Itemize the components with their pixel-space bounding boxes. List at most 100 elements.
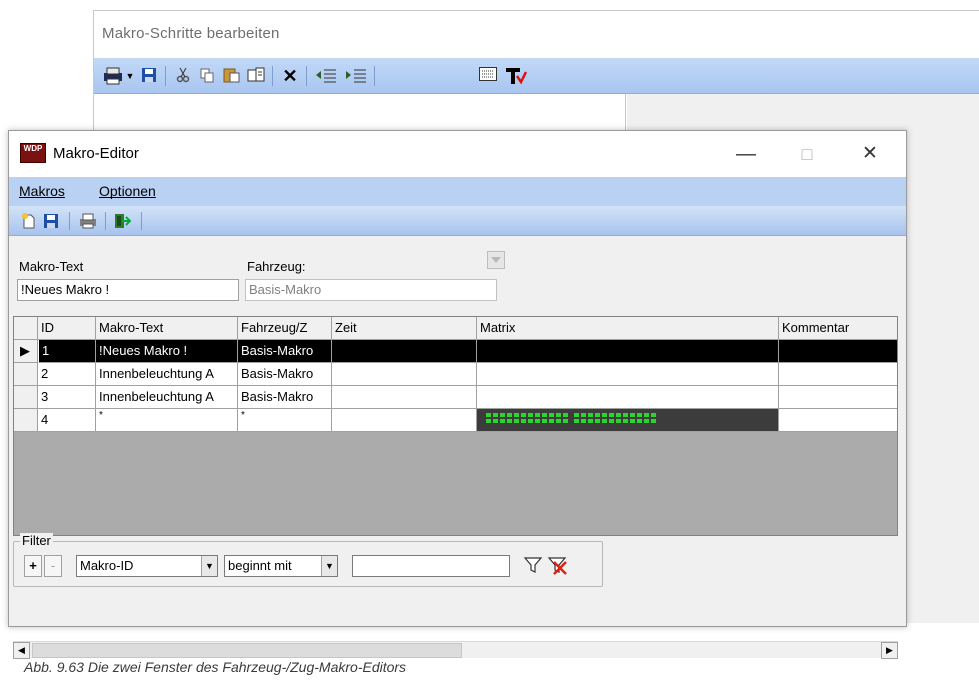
table-row-new[interactable]: 4 * * [14,409,897,432]
column-header-makro-text[interactable]: Makro-Text [96,317,238,340]
cell-makro-text[interactable]: Innenbeleuchtung A [96,386,238,409]
matrix-led [588,419,593,423]
menu-makros[interactable]: Makros [19,183,65,199]
matrix-led [500,419,505,423]
chevron-down-icon[interactable]: ▼ [321,556,337,576]
matrix-led [595,413,600,417]
column-header-fahrzeug[interactable]: Fahrzeug/Z [238,317,332,340]
cell-fahrzeug[interactable]: * [238,409,332,432]
cell-matrix[interactable] [477,386,779,409]
filter-operator-select[interactable]: beginnt mit ▼ [224,555,338,577]
chevron-down-icon[interactable]: ▼ [201,556,217,576]
matrix-led [616,413,621,417]
matrix-led [528,413,533,417]
indent-left-icon[interactable] [314,67,338,85]
row-header-cell[interactable] [14,409,38,432]
table-row[interactable]: 2 Innenbeleuchtung A Basis-Makro [14,363,897,386]
delete-icon[interactable]: ✕ [280,67,300,85]
cell-zeit[interactable] [332,386,477,409]
cell-id[interactable]: 2 [38,363,96,386]
matrix-led [549,419,554,423]
makro-text-field[interactable]: !Neues Makro ! [17,279,239,301]
scrollbar-thumb[interactable] [32,643,462,658]
table-row[interactable]: 3 Innenbeleuchtung A Basis-Makro [14,386,897,409]
indent-right-icon[interactable] [344,67,368,85]
row-header-cell[interactable] [14,363,38,386]
scroll-right-icon[interactable]: ▶ [881,642,898,659]
cell-fahrzeug[interactable]: Basis-Makro [238,386,332,409]
matrix-icon[interactable] [478,67,498,85]
matrix-led [486,419,491,423]
column-header-matrix[interactable]: Matrix [477,317,779,340]
copy-icon[interactable] [198,67,216,85]
macro-steps-toolbar: ▼ ✕ [94,58,979,94]
column-header-id[interactable]: ID [38,317,96,340]
paste-special-icon[interactable] [246,67,266,85]
cell-id[interactable]: 3 [38,386,96,409]
matrix-led [623,413,628,417]
text-cursor-icon[interactable] [504,67,528,85]
maximize-button[interactable]: □ [784,131,830,177]
cell-makro-text[interactable]: * [96,409,238,432]
cell-makro-text[interactable]: !Neues Makro ! [96,340,238,363]
filter-group: Filter + - Makro-ID ▼ beginnt mit ▼ [13,533,603,587]
column-header-kommentar[interactable]: Kommentar [779,317,897,340]
cell-fahrzeug[interactable]: Basis-Makro [238,363,332,386]
cell-zeit[interactable] [332,340,477,363]
matrix-led [493,419,498,423]
app-logo-icon: WDP [20,143,46,163]
cut-icon[interactable] [174,67,192,85]
matrix-led [556,413,561,417]
save-icon[interactable] [43,213,59,229]
fahrzeug-dropdown-icon[interactable] [487,251,505,269]
cell-kommentar[interactable] [779,363,897,386]
table-row[interactable]: ▶ 1 !Neues Makro ! Basis-Makro [14,340,897,363]
save-icon[interactable] [140,67,158,85]
cell-matrix-leds[interactable] [477,409,779,432]
minimize-button[interactable]: — [723,131,769,177]
paste-icon[interactable] [222,67,242,85]
cell-matrix[interactable] [477,340,779,363]
cell-id[interactable]: 1 [38,340,96,363]
print-icon[interactable] [102,67,124,85]
window-title: Makro-Editor [53,145,139,162]
column-header-zeit[interactable]: Zeit [332,317,477,340]
exit-icon[interactable] [113,213,133,229]
cell-id[interactable]: 4 [38,409,96,432]
scroll-left-icon[interactable]: ◀ [13,642,30,659]
filter-field-select[interactable]: Makro-ID ▼ [76,555,218,577]
new-icon[interactable] [21,213,37,229]
remove-filter-button[interactable]: - [44,555,62,577]
row-header-cell[interactable] [14,386,38,409]
toolbar-separator [306,66,307,86]
dropdown-arrow-icon[interactable]: ▼ [125,67,135,85]
matrix-led [609,413,614,417]
macro-steps-window-title: Makro-Schritte bearbeiten [102,25,280,42]
close-button[interactable]: ✕ [847,131,893,177]
cell-kommentar[interactable] [779,386,897,409]
macro-grid[interactable]: ID Makro-Text Fahrzeug/Z Zeit Matrix Kom… [13,316,898,536]
cell-zeit[interactable] [332,409,477,432]
filter-value-input[interactable] [352,555,510,577]
print-icon[interactable] [79,213,99,229]
filter-field-value: Makro-ID [80,558,134,573]
cell-kommentar[interactable] [779,340,897,363]
fahrzeug-field[interactable]: Basis-Makro [245,279,497,301]
clear-filter-icon[interactable] [546,555,570,577]
horizontal-scrollbar[interactable]: ◀ ▶ [13,641,898,659]
cell-fahrzeug[interactable]: Basis-Makro [238,340,332,363]
matrix-led-row [486,413,656,423]
apply-filter-icon[interactable] [522,555,544,577]
add-filter-button[interactable]: + [24,555,42,577]
cell-makro-text[interactable]: Innenbeleuchtung A [96,363,238,386]
matrix-led [535,419,540,423]
cell-matrix[interactable] [477,363,779,386]
matrix-led [630,419,635,423]
title-bar[interactable]: WDP Makro-Editor — □ ✕ [9,131,906,177]
toolbar-separator [165,66,166,86]
menu-optionen[interactable]: Optionen [99,183,156,199]
filter-legend: Filter [20,533,53,548]
fahrzeug-label: Fahrzeug: [247,259,306,274]
cell-kommentar[interactable] [779,409,897,432]
cell-zeit[interactable] [332,363,477,386]
